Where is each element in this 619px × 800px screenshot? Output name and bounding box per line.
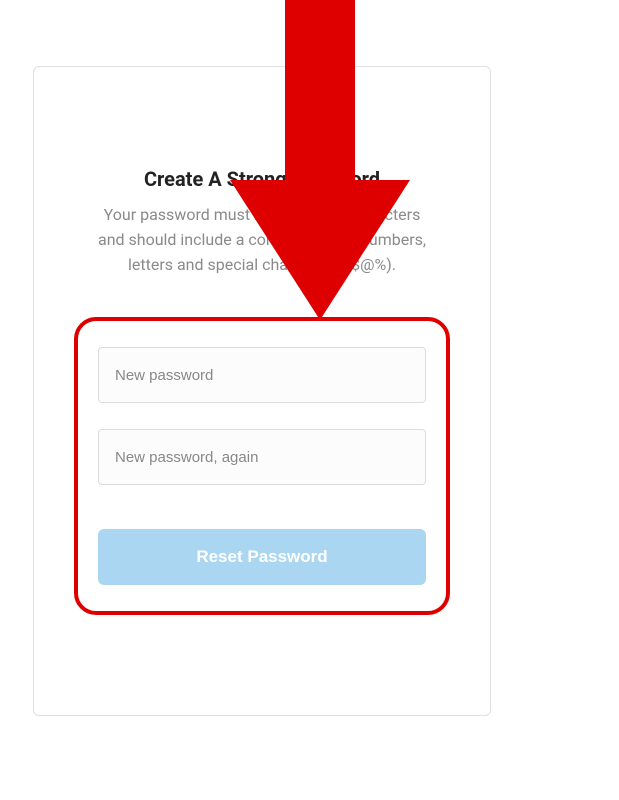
card-title: Create A Strong Password — [74, 167, 450, 191]
reset-password-button[interactable]: Reset Password — [98, 529, 426, 585]
reset-password-card: Create A Strong Password Your password m… — [33, 66, 491, 716]
card-subtitle: Your password must be at least 8 charact… — [89, 203, 435, 277]
confirm-password-input[interactable] — [98, 429, 426, 485]
form-highlight-box: Reset Password — [74, 317, 450, 615]
new-password-input[interactable] — [98, 347, 426, 403]
